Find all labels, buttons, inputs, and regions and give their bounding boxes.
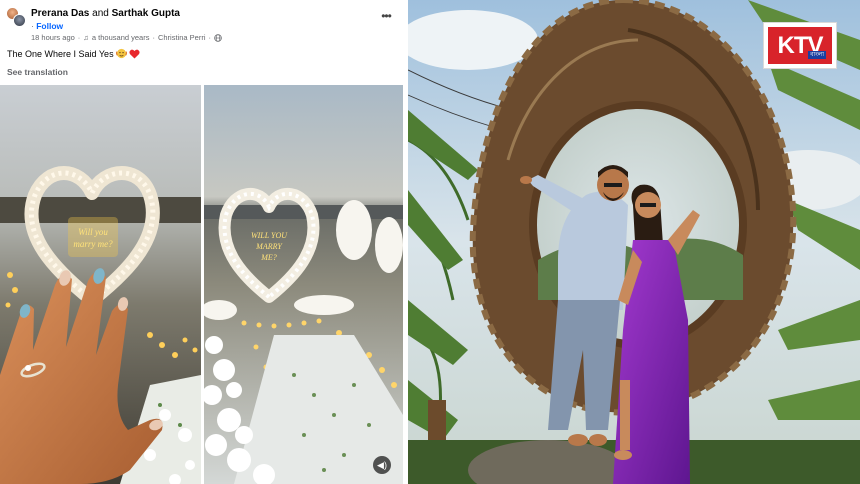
post-video-proposal[interactable]: WILL YOU MARRY ME? ◀) xyxy=(204,85,403,484)
ktv-logo-sub: বাংলা xyxy=(808,51,826,59)
bullet-separator: · xyxy=(208,33,211,42)
bullet-separator: · xyxy=(152,33,155,42)
bullet-separator: · xyxy=(77,33,81,42)
proposal-photo: WILL YOU MARRY ME? xyxy=(204,85,403,484)
social-post: Prerana Das and Sarthak Gupta · Follow 1… xyxy=(0,0,406,484)
heart-icon xyxy=(129,49,140,59)
proposal-sign-2: WILL YOU xyxy=(251,231,288,240)
ktv-logo: KTV বাংলা xyxy=(763,22,837,69)
author-link-1[interactable]: Prerana Das xyxy=(31,8,89,19)
post-caption: The One Where I Said Yes xyxy=(7,48,140,59)
author-conjunction: and xyxy=(92,8,109,19)
sound-toggle-button[interactable]: ◀) xyxy=(373,456,391,474)
post-image-ring[interactable]: Will you marry me? xyxy=(0,85,201,484)
avatar-sarthak[interactable] xyxy=(13,14,26,27)
follow-button[interactable]: Follow xyxy=(36,21,63,31)
author-link-2[interactable]: Sarthak Gupta xyxy=(112,8,180,19)
proposal-sign-1: Will you xyxy=(78,227,108,237)
caption-text: The One Where I Said Yes xyxy=(7,48,114,59)
post-meta: 18 hours ago · ♫ a thousand years · Chri… xyxy=(31,33,222,42)
music-note-icon: ♫ xyxy=(83,33,89,42)
post-header: Prerana Das and Sarthak Gupta · Follow 1… xyxy=(6,6,402,44)
ring-photo: Will you marry me? xyxy=(0,85,201,484)
post-time[interactable]: 18 hours ago xyxy=(31,33,75,42)
ktv-logo-badge: KTV বাংলা xyxy=(768,27,832,64)
svg-text:MARRY: MARRY xyxy=(255,242,283,251)
music-title[interactable]: a thousand years xyxy=(92,33,150,42)
svg-text:marry me?: marry me? xyxy=(73,239,113,249)
see-translation-link[interactable]: See translation xyxy=(7,67,68,77)
more-options-button[interactable]: ••• xyxy=(378,10,394,22)
couple-photo: KTV বাংলা xyxy=(408,0,860,484)
svg-text:ME?: ME? xyxy=(260,253,277,262)
post-authors: Prerana Das and Sarthak Gupta xyxy=(31,8,180,19)
avatar[interactable] xyxy=(6,7,28,29)
bullet-separator: · xyxy=(31,21,34,31)
globe-icon xyxy=(214,33,222,42)
follow-row: · Follow xyxy=(31,21,63,31)
couple-nest-swing-image xyxy=(408,0,860,484)
sound-icon: ◀) xyxy=(377,460,387,470)
kiss-emoji-icon xyxy=(115,48,127,59)
music-artist[interactable]: Christina Perri xyxy=(158,33,206,42)
